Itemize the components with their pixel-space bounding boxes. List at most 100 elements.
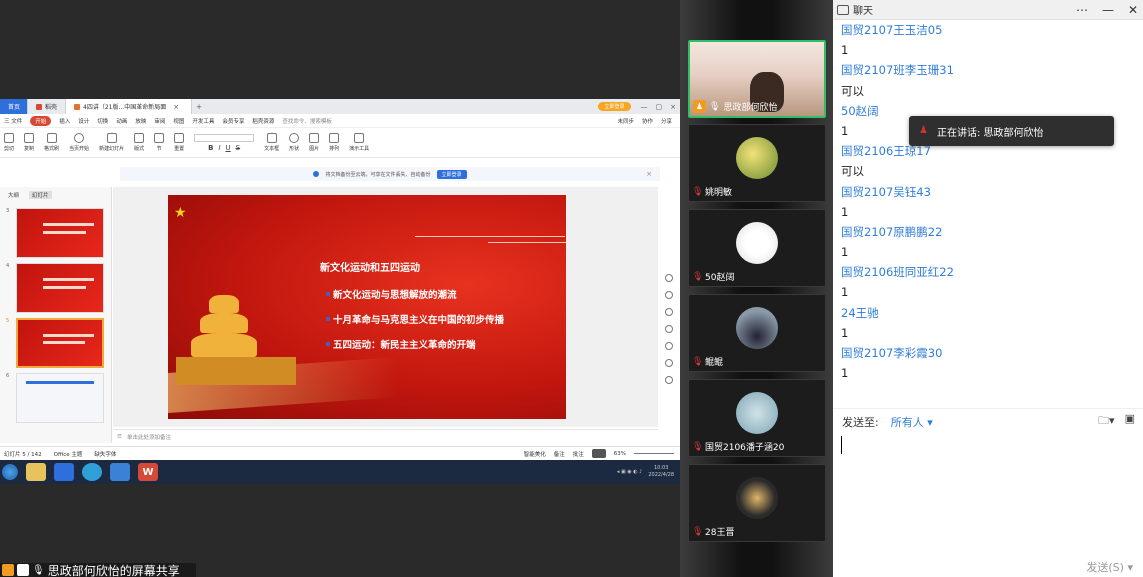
tool-icon[interactable] xyxy=(665,274,673,282)
menu-review[interactable]: 审阅 xyxy=(154,117,165,125)
chat-message-sender[interactable]: 国贸2106班同亚红22 xyxy=(841,262,1131,282)
minimize-icon[interactable]: — xyxy=(637,103,652,111)
chat-message-sender[interactable]: 国贸2107原鹏鹏22 xyxy=(841,222,1131,242)
tool-icon[interactable] xyxy=(665,376,673,384)
new-tab-icon[interactable]: + xyxy=(192,103,206,111)
menu-docer[interactable]: 稻壳资源 xyxy=(252,117,274,125)
layout-button[interactable]: 版式 xyxy=(134,133,144,152)
command-search[interactable]: 查找命令、搜索模板 xyxy=(282,117,332,125)
menu-design[interactable]: 设计 xyxy=(78,117,89,125)
share-button[interactable]: 分享 xyxy=(661,117,672,125)
tray-icons[interactable]: ◂ ▣ ◉ ◐ ♪ xyxy=(617,469,643,475)
zoom-slider[interactable] xyxy=(634,453,674,454)
menu-member[interactable]: 会员专享 xyxy=(222,117,244,125)
section-button[interactable]: 节 xyxy=(154,133,165,152)
sync-status[interactable]: 未同步 xyxy=(617,117,634,125)
current-slide[interactable]: ★ 新文化运动和五四运动 新文化运动与思想解放的潮流 十月革命与马克思主义在中国… xyxy=(168,195,566,419)
shape-button[interactable]: 形状 xyxy=(289,133,299,152)
close-window-icon[interactable]: × xyxy=(666,103,680,111)
tab-current-document[interactable]: 4四讲（21版...中国革命新局面 × xyxy=(66,99,193,114)
picture-button[interactable]: 图片 xyxy=(309,133,319,152)
reset-button[interactable]: 重置 xyxy=(174,133,184,152)
notice-text: 将文档备份至云端，可享在文件丢失、自动备份 xyxy=(325,171,431,178)
tool-icon[interactable] xyxy=(665,325,673,333)
format-painter-button[interactable]: 格式刷 xyxy=(44,133,59,152)
login-button[interactable]: 立即登录 xyxy=(598,102,631,111)
bullet-text: 新文化运动与思想解放的潮流 xyxy=(333,290,457,301)
thumbnail-item-selected[interactable]: 5 xyxy=(6,318,111,368)
avatar xyxy=(736,222,778,264)
participant-tile[interactable]: 🎙 鲲鲲 xyxy=(688,294,826,372)
send-button[interactable]: 发送(S) ▾ xyxy=(1086,559,1133,575)
more-options-icon[interactable]: ⋯ xyxy=(1071,3,1093,17)
menu-animation[interactable]: 动画 xyxy=(116,117,127,125)
chat-message-sender[interactable]: 24王驰 xyxy=(841,303,1131,323)
play-current-button[interactable]: 当页开始 xyxy=(69,133,89,152)
participant-tile-speaking[interactable]: ♟ 🎙 思政部何欣怡 xyxy=(688,40,826,118)
photos-icon[interactable] xyxy=(110,463,130,481)
menu-insert[interactable]: 插入 xyxy=(59,117,70,125)
thumbnail-item[interactable]: 3 xyxy=(6,208,111,258)
participant-tile[interactable]: 🎙 28王晋 xyxy=(688,464,826,542)
font-controls[interactable]: BIUS xyxy=(194,133,255,152)
participant-tile[interactable]: 🎙 50赵阔 xyxy=(688,209,826,287)
tool-icon[interactable] xyxy=(665,291,673,299)
thumbnail-item[interactable]: 6 xyxy=(6,373,111,423)
tab-outline[interactable]: 大纲 xyxy=(8,191,19,199)
notes-bar[interactable]: ☰ 单击此处添加备注 xyxy=(113,429,658,443)
start-button-icon[interactable] xyxy=(2,464,18,480)
chat-message-sender[interactable]: 国贸2107吴钰43 xyxy=(841,182,1131,202)
chat-message-sender[interactable]: 国贸2107李彩霞30 xyxy=(841,343,1131,363)
menu-start[interactable]: 开始 xyxy=(30,115,52,126)
font-select[interactable] xyxy=(194,133,255,142)
beautify-button[interactable]: 智能美化 xyxy=(524,450,546,458)
tab-slides[interactable]: 幻灯片 xyxy=(29,191,52,199)
restore-icon[interactable]: ▢ xyxy=(652,103,667,111)
participant-tile[interactable]: 🎙 姚明敏 xyxy=(688,124,826,202)
close-icon[interactable]: × xyxy=(646,170,652,178)
chat-message-sender[interactable]: 国贸2107王玉洁05 xyxy=(841,20,1131,40)
cut-button[interactable]: 剪切 xyxy=(4,133,14,152)
tool-icon[interactable] xyxy=(665,308,673,316)
menu-developer[interactable]: 开发工具 xyxy=(192,117,214,125)
file-explorer-icon[interactable] xyxy=(26,463,46,481)
collaborate-button[interactable]: 协作 xyxy=(642,117,653,125)
minimize-icon[interactable]: — xyxy=(1097,3,1119,17)
textbox-button[interactable]: 文本框 xyxy=(264,133,279,152)
menu-transition[interactable]: 切换 xyxy=(97,117,108,125)
chat-message-input[interactable] xyxy=(841,436,1135,556)
send-to-dropdown[interactable]: 所有人 ▾ xyxy=(891,414,933,430)
menu-file[interactable]: 三 文件 xyxy=(4,117,22,125)
notice-login-button[interactable]: 立即登录 xyxy=(436,169,467,179)
save-chat-icon[interactable]: ▣ xyxy=(1125,412,1135,431)
tool-icon[interactable] xyxy=(665,342,673,350)
wps-icon[interactable]: W xyxy=(138,463,158,481)
menu-view[interactable]: 视图 xyxy=(173,117,184,125)
tab-docer[interactable]: 稻壳 xyxy=(28,99,67,114)
missing-font[interactable]: 缺失字体 xyxy=(94,450,116,458)
zoom-level[interactable]: 63% xyxy=(614,451,626,457)
menu-slideshow[interactable]: 放映 xyxy=(135,117,146,125)
folder-icon[interactable]: 🗀▾ xyxy=(1098,412,1115,431)
slide-thumbnail[interactable] xyxy=(16,208,104,258)
thumbnail-item[interactable]: 4 xyxy=(6,263,111,313)
close-tab-icon[interactable]: × xyxy=(169,103,183,111)
notes-toggle[interactable]: 备注 xyxy=(554,450,565,458)
close-icon[interactable]: ✕ xyxy=(1123,3,1143,17)
presentation-tools-button[interactable]: 演示工具 xyxy=(349,133,369,152)
arrange-button[interactable]: 排列 xyxy=(329,133,339,152)
copy-button[interactable]: 复制 xyxy=(24,133,34,152)
slide-thumbnail[interactable] xyxy=(16,373,104,423)
chat-message-sender[interactable]: 国贸2107班李玉珊31 xyxy=(841,60,1131,80)
tab-home[interactable]: 首页 xyxy=(0,99,28,114)
participant-tile[interactable]: 🎙 国贸2106潘子涵20 xyxy=(688,379,826,457)
browser-icon[interactable] xyxy=(82,463,102,481)
slideshow-play-button[interactable] xyxy=(591,449,606,458)
tool-icon[interactable] xyxy=(665,359,673,367)
slide-thumbnail[interactable] xyxy=(16,263,104,313)
font-format-buttons[interactable]: BIUS xyxy=(208,144,240,152)
comments-toggle[interactable]: 批注 xyxy=(573,450,584,458)
new-slide-button[interactable]: 新建幻灯片 xyxy=(99,133,124,152)
slide-thumbnail-selected[interactable] xyxy=(16,318,104,368)
app-icon[interactable] xyxy=(54,463,74,481)
